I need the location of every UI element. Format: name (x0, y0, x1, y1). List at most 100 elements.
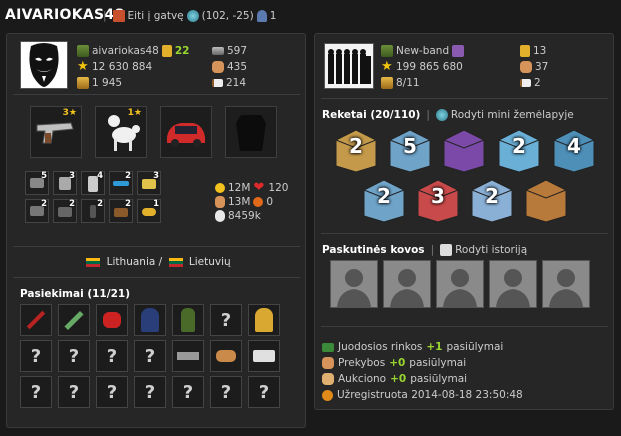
lang-separator: / (158, 256, 163, 268)
inventory-item-phone[interactable]: 2 (81, 199, 105, 223)
inventory-item-sunglasses[interactable]: 2 (109, 171, 133, 195)
mechanic-icon (255, 308, 273, 332)
pet-stars: 1★ (127, 108, 142, 118)
racket-building[interactable]: 3 (414, 174, 462, 224)
avatar (20, 41, 68, 89)
user-icon (77, 45, 89, 57)
fight-slot[interactable] (436, 260, 484, 308)
achievement-van[interactable] (248, 340, 280, 372)
achievement-soldier[interactable] (172, 304, 204, 336)
achievement-locked[interactable]: ? (58, 340, 90, 372)
inventory-item-laptop[interactable]: 5 (25, 171, 49, 195)
achievement-locked[interactable]: ? (96, 340, 128, 372)
inventory-item-case[interactable]: 2 (53, 199, 77, 223)
racket-building[interactable] (440, 124, 488, 174)
rank-icon (77, 77, 89, 89)
gang-avatar[interactable] (324, 43, 374, 89)
gang-count-stat: 8/11 (381, 77, 420, 89)
gang-count: 8/11 (396, 77, 420, 89)
fight-slot[interactable] (489, 260, 537, 308)
person-silhouette-icon (337, 269, 371, 307)
achievement-locked[interactable]: ? (96, 376, 128, 408)
racket-building[interactable] (522, 174, 570, 224)
mask-avatar-icon (21, 42, 67, 88)
divider (13, 94, 300, 95)
achievement-locked[interactable]: ? (58, 376, 90, 408)
racket-title: Reketai (20/110) (322, 109, 421, 121)
armor-slot[interactable] (225, 106, 277, 158)
people-icon (256, 10, 267, 22)
building-count: 5 (403, 134, 417, 158)
username-stat: aivariokas48 22 (77, 45, 189, 57)
achievement-sword[interactable] (20, 304, 52, 336)
cash-bag-icon (215, 210, 225, 222)
achievement-mechanic[interactable] (248, 304, 280, 336)
trade-value: +0 (389, 357, 406, 369)
heart-icon: ❤ (253, 180, 265, 195)
trade-offers[interactable]: Prekybos +0 pasiūlymai (322, 357, 466, 369)
boxing-gloves-icon (103, 312, 121, 328)
pet-slot[interactable]: 1★ (95, 106, 147, 158)
car-slot[interactable] (160, 106, 212, 158)
black-market-offers[interactable]: Juodosios rinkos +1 pasiūlymai (322, 341, 503, 353)
auction-offers[interactable]: Aukciono +0 pasiūlymai (322, 373, 467, 385)
inventory-item-knuckles[interactable]: 1 (137, 199, 161, 223)
sword-icon (26, 310, 46, 330)
building-count: 2 (349, 134, 363, 158)
inventory-item-jacket[interactable]: 3 (53, 171, 77, 195)
cash-value: 8459k (228, 210, 261, 222)
inventory-item-boots[interactable]: 2 (109, 199, 133, 223)
mini-map-link[interactable]: Rodyti mini žemėlapyje (451, 109, 574, 121)
sunglasses-icon (113, 181, 129, 186)
racket-building[interactable]: 2 (360, 174, 408, 224)
racket-building[interactable]: 5 (386, 124, 434, 174)
player-panel: aivariokas48 22 ★ 12 630 884 1 945 597 4… (6, 33, 306, 428)
divider (321, 98, 608, 99)
achievement-hooded-man[interactable] (134, 304, 166, 336)
item-count: 2 (41, 199, 47, 209)
energy-icon (253, 197, 264, 207)
star-icon: ★ (381, 59, 393, 74)
black-market-suffix: pasiūlymai (446, 341, 504, 353)
people-count: 1 (269, 10, 277, 22)
item-count: 3 (153, 171, 159, 181)
achievement-locked[interactable]: ? (134, 376, 166, 408)
racket-building[interactable]: 4 (550, 124, 598, 174)
history-link[interactable]: Rodyti istoriją (455, 244, 527, 256)
globe-icon (435, 109, 448, 121)
respect-stat: 1 945 (77, 77, 122, 89)
achievement-locked[interactable]: ? (210, 376, 242, 408)
achievement-locked[interactable]: ? (248, 376, 280, 408)
achievement-syringe[interactable] (58, 304, 90, 336)
stat-a-value: 597 (227, 45, 248, 57)
building-count: 2 (485, 184, 499, 208)
fist-icon (212, 61, 224, 73)
racket-building[interactable]: 2 (332, 124, 380, 174)
weapon-slot[interactable]: 3★ (30, 106, 82, 158)
go-street-link[interactable]: Eiti į gatvę (128, 10, 184, 22)
cash-stat: 8459k (215, 210, 261, 222)
achievement-locked[interactable]: ? (20, 340, 52, 372)
achievement-locked[interactable]: ? (20, 376, 52, 408)
gang-stat-b: 37 (535, 61, 549, 73)
achievement-locked[interactable]: ? (210, 304, 242, 336)
achievement-gun[interactable] (172, 340, 204, 372)
item-count: 2 (125, 199, 131, 209)
inventory-item-fridge[interactable]: 4 (81, 171, 105, 195)
racket-building[interactable]: 2 (468, 174, 516, 224)
inventory-item-wrench[interactable]: 2 (25, 199, 49, 223)
achievement-locked[interactable]: ? (134, 340, 166, 372)
gang-name[interactable]: New-band (396, 45, 449, 57)
achievement-gloves[interactable] (96, 304, 128, 336)
fight-slot[interactable] (383, 260, 431, 308)
achievement-locked[interactable]: ? (172, 376, 204, 408)
achievement-dog[interactable] (210, 340, 242, 372)
fight-slot[interactable] (330, 260, 378, 308)
trade-suffix: pasiūlymai (409, 357, 467, 369)
racket-building[interactable]: 2 (495, 124, 543, 174)
health-value: 120 (268, 182, 289, 194)
inventory-item-camera[interactable]: 3 (137, 171, 161, 195)
home-icon (112, 10, 125, 22)
item-count: 2 (97, 199, 103, 209)
fight-slot[interactable] (542, 260, 590, 308)
